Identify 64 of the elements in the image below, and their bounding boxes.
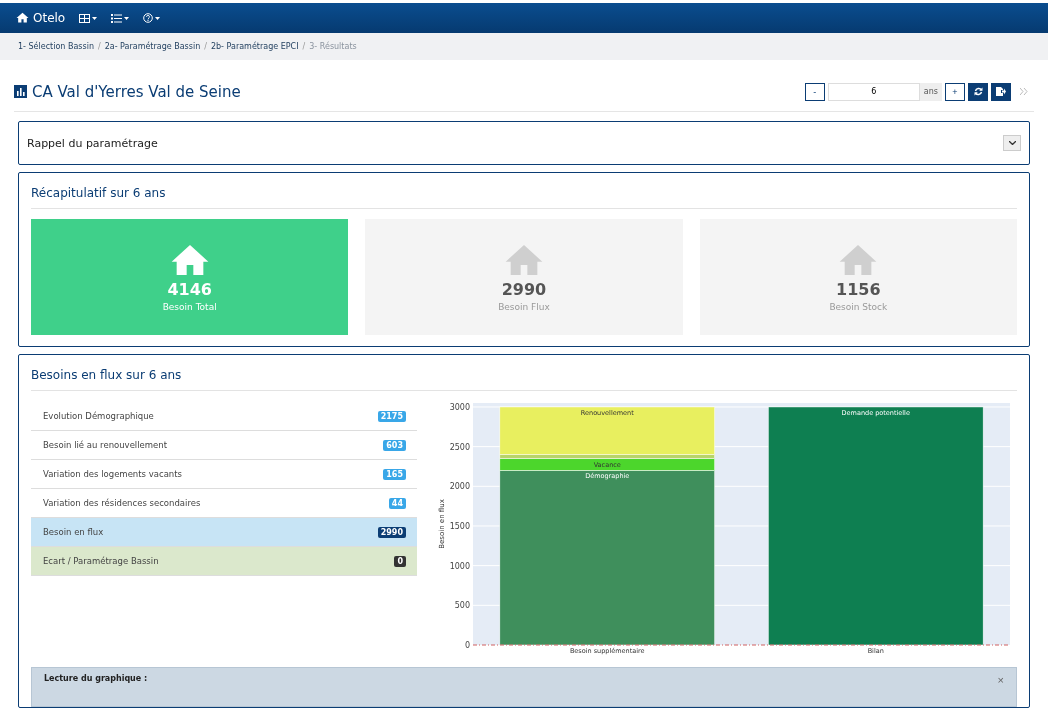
section-title: Besoins en flux sur 6 ans <box>31 355 1017 391</box>
breadcrumb-link[interactable]: 2a- Paramétrage Bassin <box>104 42 201 51</box>
axis-tick-label: 1500 <box>449 522 470 531</box>
alert-title: Lecture du graphique : <box>44 674 148 685</box>
row-label: Besoin en flux <box>43 527 104 537</box>
caret-icon <box>92 16 98 20</box>
house-icon <box>504 242 544 277</box>
menu-dropdown[interactable] <box>143 13 161 23</box>
count-badge: 0 <box>394 555 406 567</box>
export-button[interactable] <box>991 82 1011 101</box>
card-value: 2990 <box>501 279 547 299</box>
card-label: Besoin Flux <box>498 301 550 312</box>
row-label: Variation des résidences secondaires <box>43 498 201 508</box>
breadcrumb-separator: / <box>302 42 306 51</box>
help-icon <box>143 13 154 23</box>
refresh-icon <box>973 87 983 96</box>
card-label: Besoin Stock <box>829 301 888 312</box>
caret-icon <box>155 16 161 20</box>
house-icon <box>169 242 210 277</box>
card-value: 4146 <box>167 279 212 299</box>
card-value: 1156 <box>836 279 881 299</box>
expand-toggle[interactable] <box>1003 135 1021 151</box>
axis-tick-label: 2500 <box>449 442 470 452</box>
export-icon <box>996 87 1006 96</box>
row-label: Ecart / Paramétrage Bassin <box>43 556 159 566</box>
card-label: Besoin Total <box>162 301 217 312</box>
unit-label: ans <box>919 82 942 101</box>
decrement-button[interactable]: - <box>804 82 825 101</box>
house-icon <box>838 242 879 277</box>
axis-tick-label: 1000 <box>449 561 470 571</box>
current-step-label: 3- Résultats <box>309 42 357 51</box>
row-label: Evolution Démographique <box>43 411 154 421</box>
double-chevron-icon <box>1020 88 1028 95</box>
increment-button[interactable]: + <box>945 82 965 101</box>
years-input[interactable]: 6 <box>827 82 920 101</box>
axis-tick-label: 2000 <box>449 482 470 492</box>
table-icon <box>79 13 91 23</box>
panel-title: Rappel du paramétrage <box>27 136 158 150</box>
refresh-button[interactable] <box>968 82 988 101</box>
page-title: CA Val d'Yerres Val de Seine <box>14 82 241 101</box>
axis-tick-label: 0 <box>464 641 470 650</box>
menu-dropdown[interactable] <box>79 13 98 23</box>
menu-dropdown[interactable] <box>111 13 130 23</box>
row-label: Variation des logements vacants <box>43 469 182 479</box>
count-badge: 2990 <box>377 526 406 538</box>
breadcrumb-link[interactable]: 2b- Paramétrage EPCI <box>210 42 299 51</box>
house-icon <box>16 12 29 24</box>
section-title: Récapitulatif sur 6 ans <box>31 173 1017 209</box>
caret-icon <box>124 16 130 20</box>
breadcrumb-separator: / <box>97 42 101 51</box>
count-badge: 603 <box>383 439 406 451</box>
count-badge: 165 <box>383 468 406 480</box>
list-icon <box>111 13 123 23</box>
chart-icon <box>14 85 27 98</box>
count-badge: 44 <box>388 497 406 509</box>
brand-link[interactable]: Otelo <box>16 11 66 25</box>
count-badge: 2175 <box>377 410 406 422</box>
breadcrumb-separator: / <box>204 42 207 51</box>
close-button[interactable]: × <box>997 674 1004 686</box>
chevron-icon <box>1008 141 1016 145</box>
breadcrumb-link[interactable]: 1- Sélection Bassin <box>18 42 94 51</box>
axis-tick-label: 3000 <box>449 402 470 412</box>
row-label: Besoin lié au renouvellement <box>43 440 168 450</box>
axis-tick-label: 500 <box>454 601 470 611</box>
